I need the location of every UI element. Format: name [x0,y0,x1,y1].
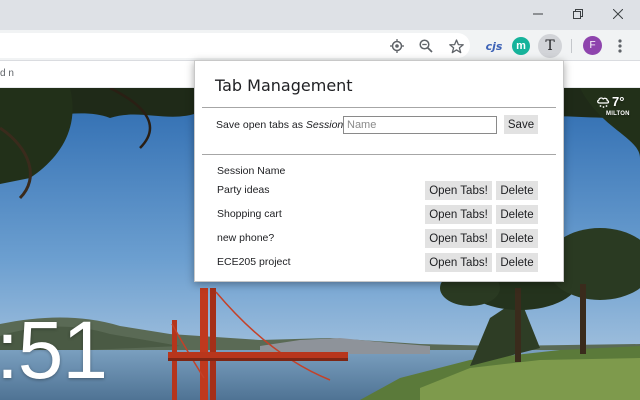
minimize-icon [533,13,543,15]
session-name: new phone? [217,232,275,244]
minimize-button[interactable] [518,0,558,28]
browser-menu-button[interactable] [610,36,630,56]
weather-temperature: 7° [612,94,625,109]
session-name: Shopping cart [217,208,282,220]
session-name-input[interactable] [343,116,497,134]
close-icon [613,9,623,19]
divider [202,107,556,108]
bookmark-star-icon [448,38,464,53]
save-label-prefix: Save open tabs as [216,119,306,131]
save-label-emphasis: Session [305,119,344,131]
profile-avatar[interactable]: F [583,36,602,55]
extension-cjs[interactable]: cjs [482,36,506,56]
browser-toolbar: cjs m T F [0,30,640,61]
cloud-snow-icon [597,97,610,108]
session-name-header: Session Name [217,165,286,177]
session-row: ECE205 project Open Tabs! Delete [195,253,563,273]
location-icon [390,39,404,53]
open-tabs-button[interactable]: Open Tabs! [425,205,492,224]
extension-m[interactable]: m [512,37,530,55]
restore-button[interactable] [558,0,598,28]
zoom-out-icon [419,39,433,53]
zoom-button[interactable] [416,36,436,56]
popup-title: Tab Management [215,76,353,95]
bookmark-item[interactable]: d n [0,68,14,79]
weather-widget[interactable]: 7° MILTON [596,94,636,122]
open-tabs-button[interactable]: Open Tabs! [425,253,492,272]
clock-display: :51 [0,305,108,396]
open-tabs-button[interactable]: Open Tabs! [425,229,492,248]
menu-dots-icon [618,39,622,53]
browser-title-bar [0,0,640,30]
extension-tab-manager[interactable]: T [538,34,562,58]
delete-button[interactable]: Delete [496,181,538,200]
save-session-label: Save open tabs as Session [216,119,343,131]
open-tabs-button[interactable]: Open Tabs! [425,181,492,200]
delete-button[interactable]: Delete [496,229,538,248]
session-row: Shopping cart Open Tabs! Delete [195,205,563,225]
session-row: Party ideas Open Tabs! Delete [195,181,563,201]
restore-icon [573,9,583,19]
weather-location: MILTON [606,111,630,117]
toolbar-divider [571,39,572,53]
divider [202,154,556,155]
tab-management-popup: Tab Management Save open tabs as Session… [194,60,564,282]
location-button[interactable] [387,36,407,56]
session-name: ECE205 project [217,256,291,268]
delete-button[interactable]: Delete [496,253,538,272]
save-button[interactable]: Save [504,115,538,134]
delete-button[interactable]: Delete [496,205,538,224]
session-name: Party ideas [217,184,270,196]
session-row: new phone? Open Tabs! Delete [195,229,563,249]
bookmark-button[interactable] [446,36,466,56]
close-button[interactable] [598,0,638,28]
